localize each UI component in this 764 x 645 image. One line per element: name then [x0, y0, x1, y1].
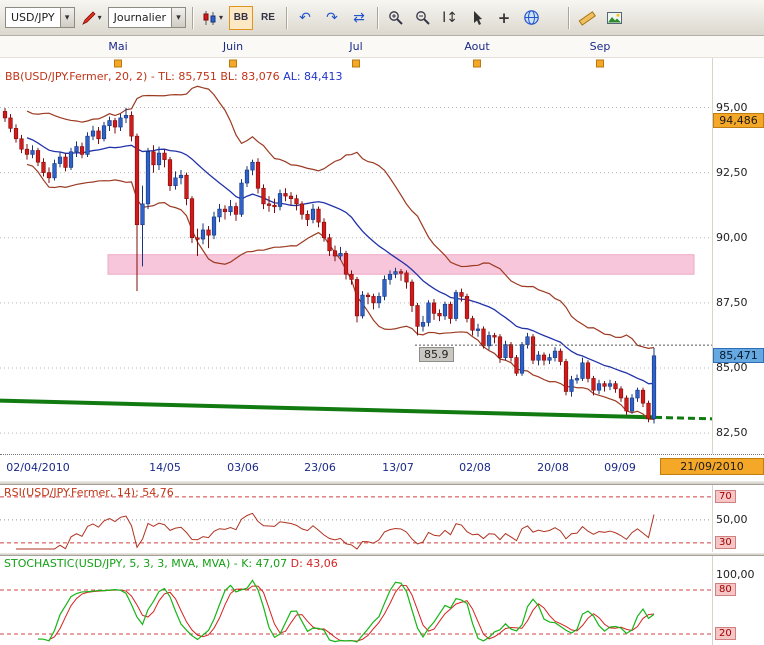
rsi-title: RSI(USD/JPY.Fermer, 14): 54,76	[4, 486, 174, 499]
snapshot-button[interactable]	[602, 6, 626, 30]
caret-down-icon: ▾	[98, 13, 102, 22]
rsi-line	[16, 513, 654, 549]
y-axis-label: 92,50	[716, 166, 748, 179]
y-axis-label: 95,00	[716, 101, 748, 114]
date-label: 02/04/2010	[6, 461, 69, 474]
date-label: 13/07	[382, 461, 414, 474]
y-axis-label: 85,00	[716, 361, 748, 374]
trading-platform: USD/JPY ▾ ▾ Journalier ▾ ▾ BB RE ↶ ↷ ⇄	[0, 0, 764, 645]
date-label: 14/05	[149, 461, 181, 474]
timeline: Mai Juin Jul Aout Sep	[0, 36, 764, 58]
y-axis-label: 82,50	[716, 426, 748, 439]
toolbar-separator	[568, 7, 569, 29]
draw-tool-button[interactable]: ▾	[78, 6, 105, 30]
stochastic-panel: 100,00 80 20 STOCHASTIC(USD/JPY, 5, 3, 3, …	[0, 556, 764, 645]
bollinger-average-value: AL: 84,413	[283, 70, 342, 83]
date-label: 02/08	[459, 461, 491, 474]
scroll-chart-button[interactable]: ⇄	[347, 6, 371, 30]
pen-icon	[81, 10, 97, 26]
green-trendline[interactable]	[0, 401, 712, 419]
month-label: Jul	[349, 40, 362, 53]
measure-tool-button[interactable]	[575, 6, 599, 30]
candlestick-icon	[202, 10, 218, 26]
retracement-button[interactable]: RE	[256, 6, 280, 30]
stochastic-level-label: 20	[715, 627, 736, 640]
redo-button[interactable]: ↷	[320, 6, 344, 30]
timeframe-select[interactable]: Journalier ▾	[108, 7, 186, 28]
rsi-level-label: 70	[715, 490, 736, 503]
stochastic-axis: 100,00 80 20	[712, 556, 764, 645]
current-date-badge: 21/09/2010	[660, 458, 764, 475]
month-label: Mai	[108, 40, 127, 53]
chart-style-button[interactable]: ▾	[199, 6, 226, 30]
y-axis-label: 90,00	[716, 231, 748, 244]
support-level-label[interactable]: 85.9	[419, 347, 454, 362]
main-chart-area: 95,00 92,50 90,00 87,50 85,00 82,50 94,486 85,4…	[0, 58, 764, 454]
price-axis: 95,00 92,50 90,00 87,50 85,00 82,50 94,486 85,4…	[712, 58, 764, 454]
toolbar-separator	[377, 7, 378, 29]
magnifier-plus-icon	[388, 10, 404, 26]
alert-price-label: 94,486	[713, 113, 764, 128]
stochastic-d-value: D: 43,06	[291, 557, 338, 570]
month-marker[interactable]	[353, 60, 360, 67]
cursor-icon	[469, 10, 485, 26]
caret-down-icon: ▾	[171, 8, 185, 27]
bollinger-title: BB(USD/JPY.Fermer, 20, 2) - TL: 85,751 B…	[5, 70, 343, 83]
cursor-tool-button[interactable]	[465, 6, 489, 30]
timeframe-value: Journalier	[114, 11, 166, 24]
symbol-value: USD/JPY	[11, 11, 55, 24]
month-marker[interactable]	[230, 60, 237, 67]
price-chart-plot[interactable]	[0, 58, 712, 454]
magnifier-minus-icon	[415, 10, 431, 26]
stochastic-level-label: 100,00	[716, 568, 755, 581]
rsi-level-label: 50,00	[716, 513, 748, 526]
caret-down-icon: ▾	[60, 8, 74, 27]
picture-icon	[606, 10, 623, 26]
toolbar-separator	[192, 7, 193, 29]
symbol-select[interactable]: USD/JPY ▾	[5, 7, 75, 28]
indicators-button[interactable]: BB	[229, 6, 253, 30]
fit-vertical-button[interactable]: I↕	[438, 6, 462, 30]
x-axis: 21/09/2010 02/04/2010 14/05 03/06 23/06 13/0…	[0, 454, 764, 480]
stochastic-d-line	[49, 585, 654, 641]
zoom-in-button[interactable]	[384, 6, 408, 30]
date-label: 23/06	[304, 461, 336, 474]
stochastic-title: STOCHASTIC(USD/JPY, 5, 3, 3, MVA, MVA) -…	[4, 557, 338, 570]
date-label: 20/08	[537, 461, 569, 474]
y-axis-label: 87,50	[716, 296, 748, 309]
bollinger-title-values: BB(USD/JPY.Fermer, 20, 2) - TL: 85,751 B…	[5, 70, 280, 83]
stochastic-k-value: STOCHASTIC(USD/JPY, 5, 3, 3, MVA, MVA) -…	[4, 557, 287, 570]
globe-icon	[523, 9, 540, 26]
month-marker[interactable]	[115, 60, 122, 67]
world-markets-button[interactable]	[519, 6, 543, 30]
undo-button[interactable]: ↶	[293, 6, 317, 30]
date-label: 03/06	[227, 461, 259, 474]
month-marker[interactable]	[474, 60, 481, 67]
month-label: Aout	[464, 40, 489, 53]
crosshair-tool-button[interactable]: +	[492, 6, 516, 30]
rsi-axis: 70 50,00 30	[712, 485, 764, 552]
month-label: Juin	[223, 40, 243, 53]
last-price-label: 85,471	[713, 348, 764, 363]
rsi-panel: 70 50,00 30 RSI(USD/JPY.Fermer, 14): 54,76	[0, 485, 764, 552]
rsi-level-label: 30	[715, 536, 736, 549]
month-label: Sep	[590, 40, 611, 53]
month-marker[interactable]	[597, 60, 604, 67]
ruler-icon	[578, 9, 596, 27]
date-label: 09/09	[604, 461, 636, 474]
zoom-out-button[interactable]	[411, 6, 435, 30]
toolbar: USD/JPY ▾ ▾ Journalier ▾ ▾ BB RE ↶ ↷ ⇄	[0, 0, 764, 36]
stochastic-level-label: 80	[715, 583, 736, 596]
caret-down-icon: ▾	[219, 13, 223, 22]
toolbar-separator	[286, 7, 287, 29]
